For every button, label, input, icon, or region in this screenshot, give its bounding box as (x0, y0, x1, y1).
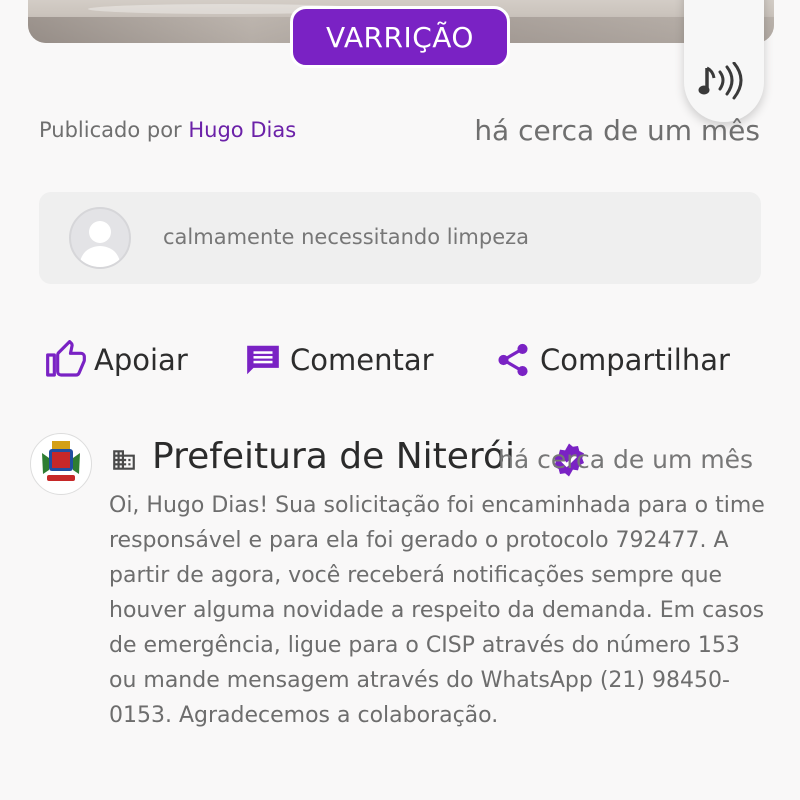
category-badge: VARRIÇÃO (290, 6, 510, 68)
share-label: Compartilhar (540, 343, 730, 377)
post-description-box: calmamente necessitando limpeza (39, 192, 761, 284)
support-button[interactable]: Apoiar (46, 335, 188, 385)
city-crest-icon (42, 441, 80, 481)
user-silhouette-icon (79, 221, 121, 267)
share-icon (498, 343, 528, 377)
author-link[interactable]: Hugo Dias (188, 118, 296, 142)
published-prefix: Publicado por (39, 118, 182, 142)
comment-button[interactable]: Comentar (244, 335, 434, 385)
building-icon (113, 450, 135, 470)
category-label: VARRIÇÃO (326, 20, 474, 54)
support-label: Apoiar (94, 343, 188, 377)
audio-button[interactable] (684, 0, 764, 122)
response-message: Oi, Hugo Dias! Sua solicitação foi encam… (109, 493, 765, 728)
post-actions: Apoiar Comentar Compartilhar (46, 335, 766, 385)
responder-name: Prefeitura de Niterói (152, 436, 515, 477)
published-time: há cerca de um mês (474, 114, 760, 147)
response-time: há cerca de um mês (498, 445, 754, 474)
published-by: Publicado por Hugo Dias (39, 118, 296, 142)
comment-label: Comentar (290, 343, 434, 377)
city-crest-avatar (30, 433, 92, 495)
share-button[interactable]: Compartilhar (494, 335, 730, 385)
thumb-up-icon (46, 340, 86, 377)
avatar (69, 207, 131, 269)
post-description: calmamente necessitando limpeza (163, 225, 530, 249)
comment-icon (247, 345, 279, 375)
audio-note-icon (698, 62, 743, 100)
